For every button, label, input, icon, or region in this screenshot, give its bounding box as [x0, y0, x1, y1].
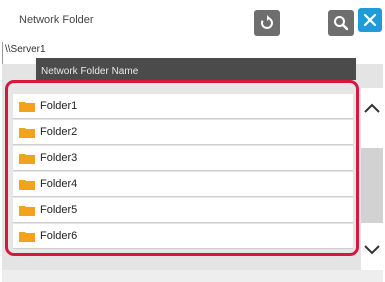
folder-icon: [19, 180, 35, 190]
network-folder-dialog: Network Folder \\Server1 Network Folder …: [2, 0, 383, 282]
folder-icon: [19, 206, 35, 216]
scrollbar-track[interactable]: [361, 148, 383, 223]
refresh-button[interactable]: [254, 10, 280, 36]
folder-list: Folder1 Folder2 Folder3 Folder4 Folder5: [5, 80, 359, 256]
close-button[interactable]: [358, 8, 382, 32]
close-icon: [363, 13, 377, 27]
scroll-up-button[interactable]: [361, 88, 383, 128]
scroll-panel: [361, 88, 383, 270]
column-header: Network Folder Name: [36, 58, 356, 80]
folder-label: Folder5: [40, 204, 78, 216]
folder-icon: [19, 154, 35, 164]
folder-icon: [19, 128, 35, 138]
chevron-down-icon: [364, 245, 380, 255]
list-item[interactable]: Folder6: [13, 224, 353, 249]
column-header-label: Network Folder Name: [41, 66, 139, 77]
folder-icon: [19, 102, 35, 112]
server-path: \\Server1: [5, 44, 46, 55]
chevron-up-icon: [364, 103, 380, 113]
list-item[interactable]: Folder4: [13, 172, 353, 197]
folder-label: Folder2: [40, 126, 78, 138]
folder-label: Folder1: [40, 100, 78, 112]
list-item[interactable]: Folder3: [13, 146, 353, 171]
folder-label: Folder4: [40, 178, 78, 190]
list-item[interactable]: Folder5: [13, 198, 353, 223]
search-button[interactable]: [328, 10, 354, 36]
scroll-down-button[interactable]: [361, 230, 383, 270]
list-item[interactable]: Folder1: [13, 94, 353, 119]
refresh-icon: [261, 15, 273, 29]
search-icon: [334, 16, 349, 31]
dialog-footer: [2, 270, 383, 282]
list-item[interactable]: Folder2: [13, 120, 353, 145]
folder-label: Folder6: [40, 230, 78, 242]
folder-label: Folder3: [40, 152, 78, 164]
folder-icon: [19, 232, 35, 242]
dialog-title: Network Folder: [19, 14, 94, 26]
dialog-header: Network Folder: [2, 0, 383, 42]
